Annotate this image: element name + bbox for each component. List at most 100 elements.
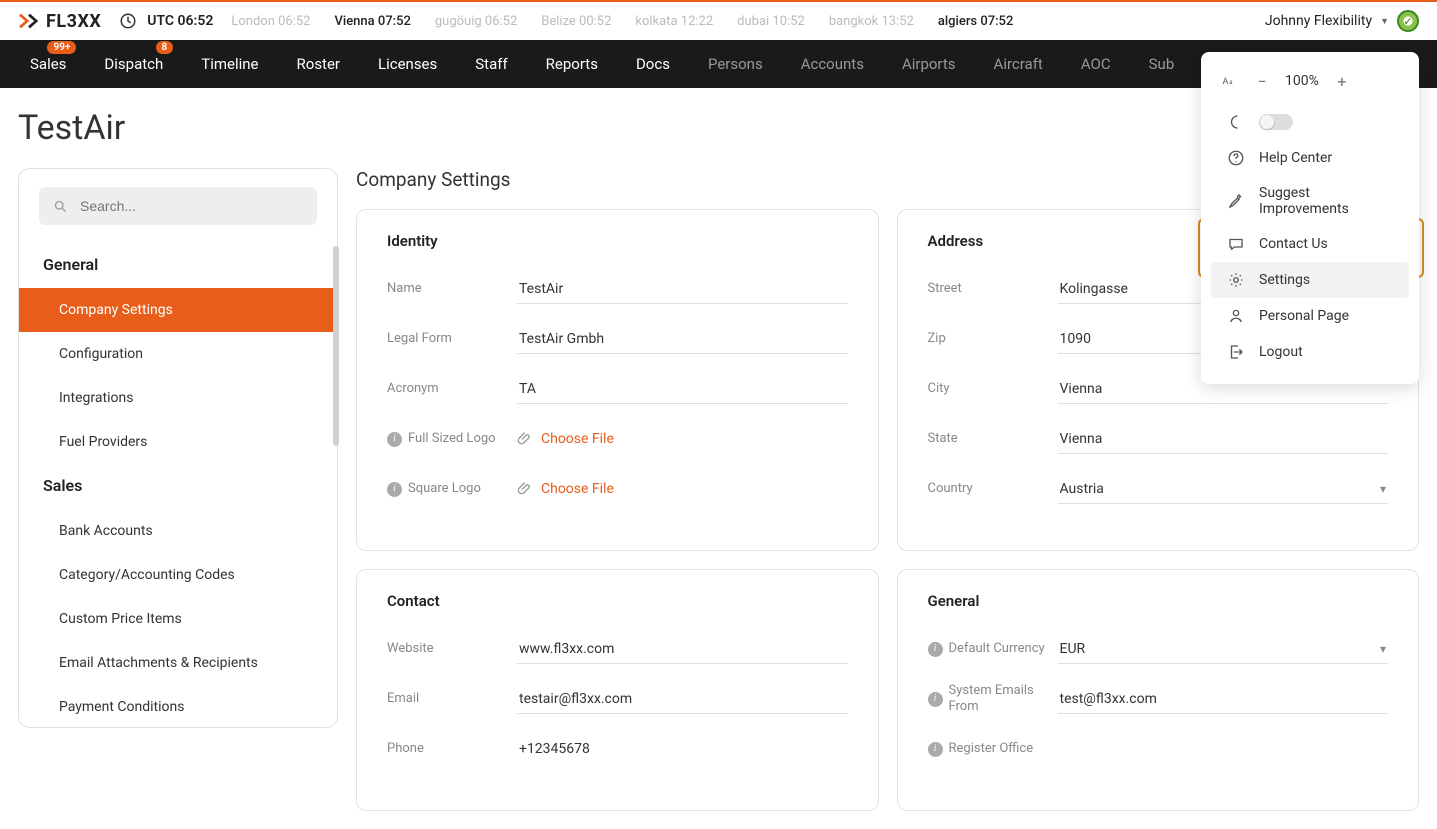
choose-file-full-logo[interactable]: Choose File: [517, 431, 614, 447]
user-menu-label: Personal Page: [1259, 308, 1349, 324]
dark-mode-toggle[interactable]: [1259, 114, 1293, 130]
user-menu-label: Logout: [1259, 344, 1303, 360]
contact-icon: [1227, 235, 1245, 253]
zoom-value: 100%: [1285, 73, 1319, 89]
nav-item-accounts[interactable]: Accounts: [801, 55, 864, 73]
card-identity: Identity Name TestAir Legal Form TestAir…: [356, 209, 879, 551]
card-title-general: General: [928, 592, 1389, 610]
zoom-in-button[interactable]: +: [1333, 72, 1351, 90]
nav-item-persons[interactable]: Persons: [708, 55, 763, 73]
nav-item-sub[interactable]: Sub: [1149, 55, 1175, 73]
info-icon[interactable]: i: [928, 742, 943, 757]
user-menu-suggest-improvements[interactable]: Suggest Improvements: [1211, 176, 1409, 226]
chevron-down-icon: ▾: [1380, 642, 1386, 656]
input-legal-form[interactable]: TestAir Gmbh: [517, 325, 848, 354]
label-full-logo: i Full Sized Logo: [387, 431, 517, 447]
settings-icon: [1227, 271, 1245, 289]
label-country: Country: [928, 481, 1058, 497]
info-icon[interactable]: i: [387, 432, 402, 447]
user-menu-trigger[interactable]: Johnny Flexibility ▼ ✓: [1265, 10, 1419, 32]
paperclip-icon: [517, 431, 533, 447]
logo[interactable]: FL3XX: [18, 11, 101, 32]
user-menu-personal-page[interactable]: Personal Page: [1211, 298, 1409, 334]
card-general: General i Default Currency EUR ▾: [897, 569, 1420, 811]
label-city: City: [928, 381, 1058, 397]
sidebar-section-sales: Sales: [19, 464, 337, 509]
timezone-list: London 06:52 Vienna 07:52 gugöuig 06:52 Bel…: [231, 14, 1013, 29]
sidebar-section-general: General: [19, 243, 337, 288]
clock-icon: [119, 12, 137, 30]
label-phone: Phone: [387, 741, 517, 757]
sidebar-scrollbar[interactable]: [333, 246, 339, 726]
nav-item-docs[interactable]: Docs: [636, 55, 670, 73]
user-menu-label: Help Center: [1259, 150, 1332, 166]
label-legal-form: Legal Form: [387, 331, 517, 347]
nav-item-airports[interactable]: Airports: [902, 55, 956, 73]
user-menu-label: Settings: [1259, 272, 1310, 288]
select-currency[interactable]: EUR ▾: [1058, 635, 1389, 664]
info-icon[interactable]: i: [928, 642, 943, 657]
input-system-email[interactable]: test@fl3xx.com: [1058, 685, 1389, 714]
sidebar-item[interactable]: Integrations: [19, 376, 337, 420]
user-menu-settings[interactable]: Settings: [1211, 262, 1409, 298]
timezone-item[interactable]: London 06:52: [231, 14, 310, 29]
sidebar-item[interactable]: Email Attachments & Recipients: [19, 641, 337, 685]
nav-item-staff[interactable]: Staff: [475, 55, 507, 73]
utc-label: UTC 06:52: [147, 13, 213, 29]
user-menu-contact-us[interactable]: Contact Us: [1211, 226, 1409, 262]
user-menu-label: Suggest Improvements: [1259, 185, 1393, 217]
sidebar-item[interactable]: Category/Accounting Codes: [19, 553, 337, 597]
nav-item-licenses[interactable]: Licenses: [378, 55, 437, 73]
info-icon[interactable]: i: [387, 482, 402, 497]
dark-mode-toggle-row[interactable]: [1211, 104, 1409, 140]
sidebar-item[interactable]: Bank Accounts: [19, 509, 337, 553]
card-title-identity: Identity: [387, 232, 848, 250]
label-default-currency: i Default Currency: [928, 641, 1058, 657]
timezone-item[interactable]: kolkata 12:22: [635, 14, 713, 29]
timezone-item[interactable]: gugöuig 06:52: [435, 14, 517, 29]
user-menu-logout[interactable]: Logout: [1211, 334, 1409, 370]
suggest-icon: [1227, 192, 1245, 210]
nav-item-sales[interactable]: Sales99+: [30, 55, 66, 73]
svg-text:a: a: [1229, 79, 1232, 86]
label-website: Website: [387, 641, 517, 657]
search-input[interactable]: [80, 198, 303, 214]
sidebar-item[interactable]: Custom Price Items: [19, 597, 337, 641]
timezone-item[interactable]: bangkok 13:52: [829, 14, 914, 29]
zoom-out-button[interactable]: −: [1253, 72, 1271, 90]
timezone-item[interactable]: Vienna 07:52: [334, 14, 410, 29]
settings-sidebar: GeneralCompany SettingsConfigurationInte…: [18, 168, 338, 728]
user-name: Johnny Flexibility: [1265, 13, 1372, 29]
logout-icon: [1227, 343, 1245, 361]
nav-item-roster[interactable]: Roster: [297, 55, 340, 73]
input-website[interactable]: www.fl3xx.com: [517, 635, 848, 664]
input-name[interactable]: TestAir: [517, 275, 848, 304]
sidebar-search[interactable]: [39, 187, 317, 225]
timezone-item[interactable]: algiers 07:52: [938, 14, 1013, 29]
choose-file-square-logo[interactable]: Choose File: [517, 481, 614, 497]
label-email: Email: [387, 691, 517, 707]
timezone-item[interactable]: Belize 00:52: [541, 14, 611, 29]
nav-item-reports[interactable]: Reports: [546, 55, 598, 73]
label-zip: Zip: [928, 331, 1058, 347]
nav-item-aircraft[interactable]: Aircraft: [994, 55, 1043, 73]
logo-mark-icon: [18, 12, 40, 30]
label-name: Name: [387, 281, 517, 297]
sidebar-item[interactable]: Payment Conditions: [19, 685, 337, 728]
sidebar-item[interactable]: Configuration: [19, 332, 337, 376]
input-state[interactable]: Vienna: [1058, 425, 1389, 454]
sidebar-item[interactable]: Company Settings: [19, 288, 337, 332]
nav-item-dispatch[interactable]: Dispatch8: [104, 55, 163, 73]
nav-item-timeline[interactable]: Timeline: [201, 55, 258, 73]
user-menu-help-center[interactable]: Help Center: [1211, 140, 1409, 176]
user-dropdown: Aa − 100% + Help CenterSuggest Improveme…: [1201, 52, 1419, 384]
nav-item-aoc[interactable]: AOC: [1081, 55, 1111, 73]
info-icon[interactable]: i: [928, 692, 943, 707]
verified-badge-icon: ✓: [1397, 10, 1419, 32]
input-acronym[interactable]: TA: [517, 375, 848, 404]
input-phone[interactable]: +12345678: [517, 735, 848, 763]
sidebar-item[interactable]: Fuel Providers: [19, 420, 337, 464]
input-email[interactable]: testair@fl3xx.com: [517, 685, 848, 714]
select-country[interactable]: Austria ▾: [1058, 475, 1389, 504]
timezone-item[interactable]: dubai 10:52: [737, 14, 805, 29]
